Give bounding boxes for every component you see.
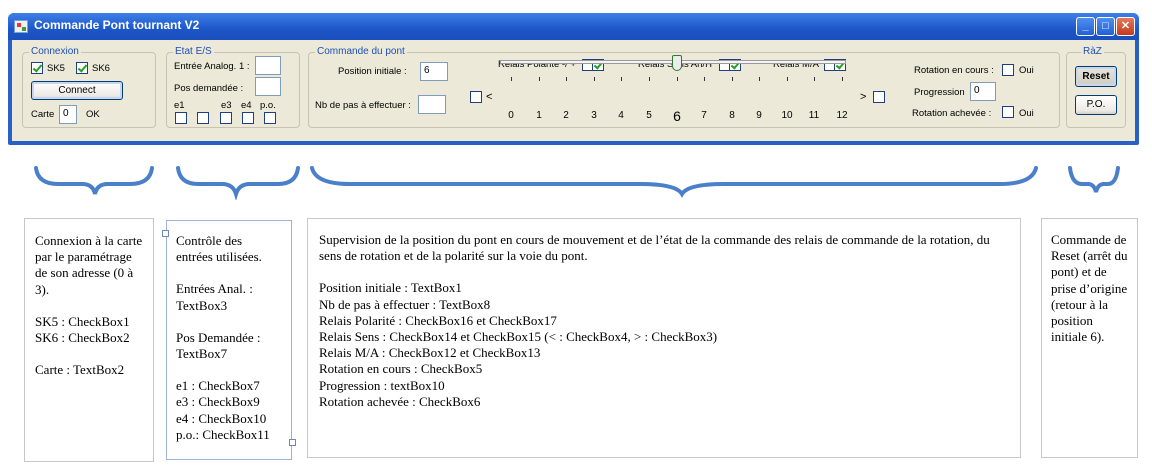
desc-line: e4 : CheckBox10 xyxy=(176,410,267,426)
desc-line xyxy=(176,362,282,378)
desc-raz-text: Commande de Reset (arrêt du pont) et de … xyxy=(1051,232,1128,345)
desc-line xyxy=(176,265,282,281)
desc-line xyxy=(35,298,143,314)
desc-line xyxy=(35,346,143,362)
desc-etat-box: Contrôle des entrées utilisées. Entrées A… xyxy=(166,220,292,460)
desc-line: Rotation en cours : CheckBox5 xyxy=(319,361,483,377)
desc-line: Relais Sens : CheckBox14 et CheckBox15 (… xyxy=(319,329,718,345)
desc-line: Relais M/A : CheckBox12 et CheckBox13 xyxy=(319,345,541,361)
desc-line: Rotation achevée : CheckBox6 xyxy=(319,393,481,409)
desc-line: e1 : CheckBox7 xyxy=(176,378,260,394)
desc-line: Position initiale : TextBox1 xyxy=(319,280,462,296)
resize-handle-bottom-right[interactable] xyxy=(289,439,296,446)
desc-raz-box: Commande de Reset (arrêt du pont) et de … xyxy=(1041,218,1138,458)
desc-line xyxy=(319,264,1009,280)
desc-line: Progression : textBox10 xyxy=(319,377,445,393)
resize-handle-top-left[interactable] xyxy=(162,230,169,237)
desc-commande-box: Supervision de la position du pont en co… xyxy=(307,218,1021,458)
desc-line: Contrôle des entrées utilisées. xyxy=(176,233,262,265)
desc-line xyxy=(176,314,282,330)
desc-line: Nb de pas à effectuer : TextBox8 xyxy=(319,296,491,312)
brace-etat xyxy=(176,166,300,200)
group-braces xyxy=(34,166,1120,200)
brace-connexion xyxy=(34,166,154,195)
desc-connexion-text: Connexion à la carte par le paramétrage … xyxy=(35,233,143,378)
desc-line: Pos Demandée : TextBox7 xyxy=(176,329,261,362)
desc-line: Entrées Anal. : TextBox3 xyxy=(176,281,253,313)
desc-line: Commande de Reset (arrêt du pont) et de … xyxy=(1051,232,1128,345)
desc-line: SK5 : CheckBox1 xyxy=(35,313,130,329)
desc-line: Supervision de la position du pont en co… xyxy=(319,232,990,264)
desc-line: Carte : TextBox2 xyxy=(35,362,125,378)
desc-line: SK6 : CheckBox2 xyxy=(35,330,130,346)
desc-line: Connexion à la carte par le paramétrage … xyxy=(35,233,143,297)
desc-etat-text: Contrôle des entrées utilisées. Entrées A… xyxy=(176,233,282,443)
desc-line: e3 : CheckBox9 xyxy=(176,394,260,410)
brace-commande xyxy=(310,166,1038,198)
desc-connexion-box: Connexion à la carte par le paramétrage … xyxy=(24,218,154,462)
brace-raz xyxy=(1068,166,1120,193)
desc-line: Relais Polarité : CheckBox16 et CheckBox… xyxy=(319,312,557,328)
desc-line: p.o.: CheckBox11 xyxy=(176,426,270,442)
desc-commande-text: Supervision de la position du pont en co… xyxy=(319,232,1009,410)
